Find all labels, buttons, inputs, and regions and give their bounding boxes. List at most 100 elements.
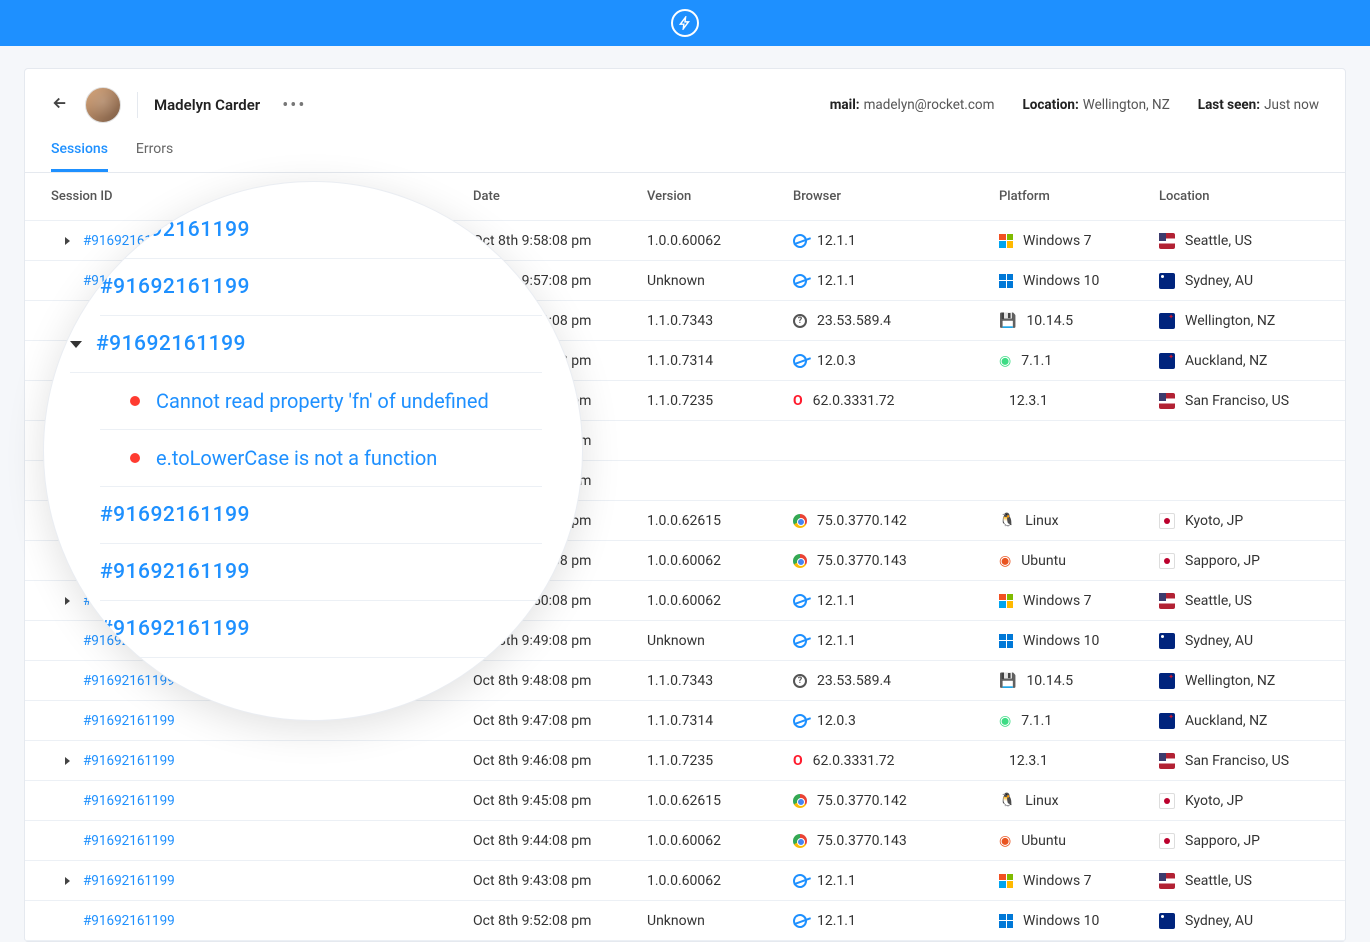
- windows7-icon: [999, 234, 1013, 248]
- android-icon: ◉: [999, 713, 1011, 729]
- cell-location: San Franciso, US: [1159, 393, 1319, 409]
- cell-version: Unknown: [647, 913, 793, 929]
- cell-platform: Windows 7: [999, 233, 1159, 249]
- magnifier-error-row[interactable]: e.toLowerCase is not a function: [100, 430, 542, 487]
- question-icon: ?: [793, 674, 807, 688]
- user-name: Madelyn Carder: [154, 96, 260, 114]
- more-button[interactable]: •••: [282, 95, 306, 116]
- cell-browser: 75.0.3770.143: [793, 553, 999, 569]
- cell-browser: 12.1.1: [793, 913, 999, 929]
- session-id-link[interactable]: #91692161199: [83, 753, 473, 769]
- cell-location: San Franciso, US: [1159, 753, 1319, 769]
- chrome-icon: [793, 554, 807, 568]
- meta-row: mail:madelyn@rocket.com Location:Welling…: [830, 97, 1319, 113]
- cell-location: Kyoto, JP: [1159, 793, 1319, 809]
- cell-version: 1.1.0.7343: [647, 313, 793, 329]
- session-id-link[interactable]: #91692161199: [83, 913, 473, 929]
- cell-platform: Windows 10: [999, 273, 1159, 289]
- cell-version: 1.0.0.62615: [647, 513, 793, 529]
- cell-location: Wellington, NZ: [1159, 313, 1319, 329]
- cell-platform: 12.3.1: [999, 393, 1159, 409]
- table-row[interactable]: #91692161199Oct 8th 9:47:08 pm1.1.0.7314…: [25, 701, 1345, 741]
- expand-toggle[interactable]: [51, 597, 83, 605]
- magnifier-error-row[interactable]: Cannot read property 'fn' of undefined: [100, 373, 542, 430]
- flag-us-icon: [1159, 873, 1175, 889]
- table-row[interactable]: #91692161199Oct 8th 9:44:08 pm1.0.0.6006…: [25, 821, 1345, 861]
- ubuntu-icon: ◉: [999, 553, 1011, 569]
- cell-location: Auckland, NZ: [1159, 353, 1319, 369]
- table-row[interactable]: #91692161199Oct 8th 9:52:08 pmUnknown12.…: [25, 901, 1345, 941]
- opera-icon: O: [793, 753, 803, 769]
- cell-version: 1.0.0.60062: [647, 593, 793, 609]
- cell-date: Oct 8th 9:58:08 pm: [473, 233, 647, 249]
- tabs: Sessions Errors: [25, 123, 1345, 173]
- magnifier-session-row[interactable]: #91692161199: [100, 544, 542, 601]
- cell-platform: 12.3.1: [999, 753, 1159, 769]
- ie-icon: [791, 872, 809, 890]
- cell-date: Oct 8th 9:46:08 pm: [473, 753, 647, 769]
- expand-toggle[interactable]: [51, 877, 83, 885]
- col-location: Location: [1159, 189, 1319, 204]
- cell-location: Seattle, US: [1159, 233, 1319, 249]
- caret-right-icon: [65, 597, 70, 605]
- table-row[interactable]: #91692161199Oct 8th 9:43:08 pm1.0.0.6006…: [25, 861, 1345, 901]
- flag-nz-icon: [1159, 313, 1175, 329]
- session-id-link[interactable]: #91692161199: [83, 873, 473, 889]
- caret-right-icon: [65, 237, 70, 245]
- cell-browser: 12.1.1: [793, 633, 999, 649]
- magnifier-session-row-expanded[interactable]: #91692161199: [70, 316, 542, 373]
- mac-icon: 💾: [999, 313, 1016, 329]
- ie-icon: [791, 232, 809, 250]
- expand-toggle[interactable]: [51, 237, 83, 245]
- cell-date: Oct 8th 9:52:08 pm: [473, 913, 647, 929]
- tab-sessions[interactable]: Sessions: [51, 141, 108, 172]
- cell-browser: 75.0.3770.142: [793, 793, 999, 809]
- cell-date: Oct 8th 9:43:08 pm: [473, 873, 647, 889]
- flag-us-icon: [1159, 593, 1175, 609]
- cell-browser: O62.0.3331.72: [793, 393, 999, 409]
- magnifier-session-row[interactable]: #91692161199: [100, 487, 542, 544]
- cell-location: Sydney, AU: [1159, 273, 1319, 289]
- cell-platform: Windows 10: [999, 913, 1159, 929]
- linux-icon: 🐧: [999, 513, 1015, 528]
- back-button[interactable]: [51, 94, 69, 116]
- flag-jp-icon: [1159, 513, 1175, 529]
- cell-location: Sydney, AU: [1159, 913, 1319, 929]
- android-icon: ◉: [999, 353, 1011, 369]
- cell-location: Sapporo, JP: [1159, 833, 1319, 849]
- error-dot-icon: [130, 396, 140, 406]
- caret-down-icon: [70, 341, 82, 348]
- chrome-icon: [793, 794, 807, 808]
- main-card: Madelyn Carder ••• mail:madelyn@rocket.c…: [24, 68, 1346, 942]
- flag-au-icon: [1159, 273, 1175, 289]
- cell-platform: 🐧Linux: [999, 513, 1159, 529]
- session-id-link[interactable]: #91692161199: [83, 833, 473, 849]
- magnifier-session-row[interactable]: #91692161199: [100, 601, 542, 658]
- ie-icon: [791, 592, 809, 610]
- ie-icon: [791, 632, 809, 650]
- cell-location: Sydney, AU: [1159, 633, 1319, 649]
- table-row[interactable]: #91692161199Oct 8th 9:45:08 pm1.0.0.6261…: [25, 781, 1345, 821]
- ie-icon: [791, 912, 809, 930]
- col-browser: Browser: [793, 189, 999, 204]
- cell-location: Kyoto, JP: [1159, 513, 1319, 529]
- cell-version: 1.0.0.62615: [647, 793, 793, 809]
- caret-right-icon: [65, 757, 70, 765]
- cell-platform: Windows 7: [999, 873, 1159, 889]
- cell-platform: Windows 10: [999, 633, 1159, 649]
- error-dot-icon: [130, 453, 140, 463]
- cell-date: Oct 8th 9:44:08 pm: [473, 833, 647, 849]
- magnifier-session-row[interactable]: #91692161199: [100, 259, 542, 316]
- session-id-link[interactable]: #91692161199: [83, 793, 473, 809]
- avatar[interactable]: [85, 87, 121, 123]
- cell-platform: 🐧Linux: [999, 793, 1159, 809]
- cell-version: 1.1.0.7314: [647, 353, 793, 369]
- top-bar: [0, 0, 1370, 46]
- tab-errors[interactable]: Errors: [136, 141, 173, 172]
- cell-browser: 75.0.3770.143: [793, 833, 999, 849]
- table-row[interactable]: #91692161199Oct 8th 9:46:08 pm1.1.0.7235…: [25, 741, 1345, 781]
- cell-date: Oct 8th 9:45:08 pm: [473, 793, 647, 809]
- cell-version: 1.1.0.7235: [647, 753, 793, 769]
- cell-browser: ?23.53.589.4: [793, 673, 999, 689]
- expand-toggle[interactable]: [51, 757, 83, 765]
